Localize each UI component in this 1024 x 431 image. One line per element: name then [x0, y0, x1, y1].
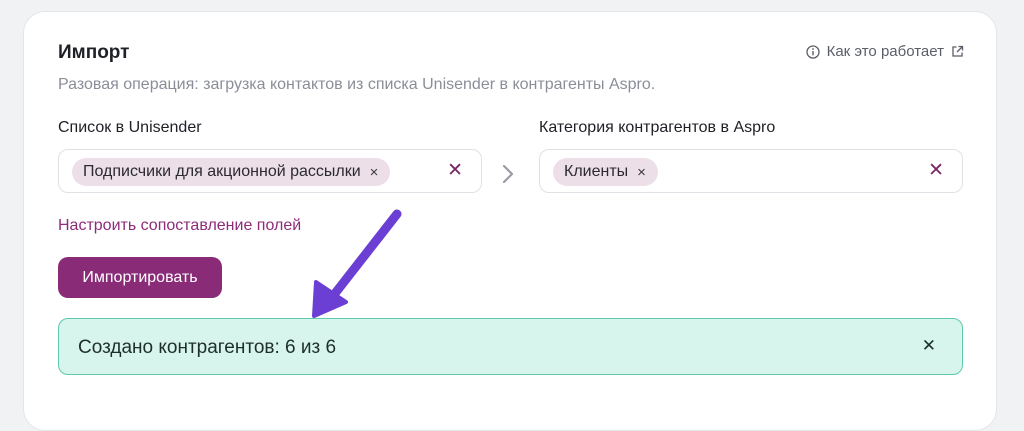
alert-message: Создано контрагентов: 6 из 6: [78, 337, 337, 358]
source-list-chip: Подписчики для акционной рассылки ×: [72, 158, 391, 186]
chip-remove-icon[interactable]: ×: [637, 165, 646, 180]
chevron-right-icon: [501, 163, 515, 190]
source-list-select[interactable]: Подписчики для акционной рассылки × ✕: [58, 149, 482, 193]
target-category-chip-label: Клиенты: [564, 163, 629, 180]
field-mapping-link[interactable]: Настроить сопоставление полей: [58, 217, 301, 235]
import-card: Импорт Как это работает Разовая операция…: [23, 11, 997, 431]
close-icon[interactable]: ✕: [922, 336, 936, 356]
target-category-select[interactable]: Клиенты × ✕: [539, 149, 963, 193]
info-icon: [805, 44, 820, 59]
how-it-works-link[interactable]: Как это работает: [805, 43, 964, 60]
section-description: Разовая операция: загрузка контактов из …: [58, 76, 656, 93]
import-button[interactable]: Импортировать: [58, 257, 222, 298]
target-category-chip: Клиенты ×: [553, 158, 658, 186]
source-list-label: Список в Unisender: [58, 119, 202, 136]
source-list-chip-label: Подписчики для акционной рассылки: [83, 163, 361, 180]
chip-remove-icon[interactable]: ×: [370, 165, 379, 180]
success-alert: Создано контрагентов: 6 из 6 ✕: [58, 318, 963, 375]
section-title: Импорт: [58, 42, 130, 63]
external-link-icon: [951, 45, 964, 58]
how-it-works-label: Как это работает: [826, 43, 944, 60]
clear-icon[interactable]: ✕: [928, 161, 944, 181]
target-category-label: Категория контрагентов в Aspro: [539, 119, 776, 136]
clear-icon[interactable]: ✕: [447, 161, 463, 181]
